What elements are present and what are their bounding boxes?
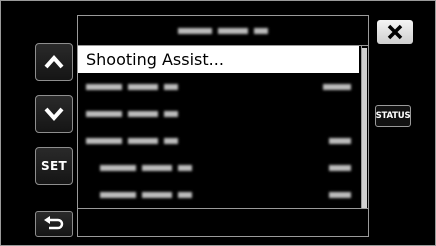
obscured-value bbox=[323, 83, 351, 90]
chevron-down-icon bbox=[44, 107, 64, 122]
obscured-text bbox=[86, 110, 178, 117]
camera-menu-screen: SET Shooting Assist... STATUS bbox=[0, 0, 436, 246]
return-arrow-icon bbox=[44, 216, 64, 230]
close-button[interactable] bbox=[377, 20, 413, 44]
back-button[interactable] bbox=[35, 211, 73, 237]
scrollbar-thumb[interactable] bbox=[362, 48, 367, 208]
set-button[interactable]: SET bbox=[35, 147, 73, 185]
obscured-text bbox=[86, 137, 178, 144]
chevron-up-icon bbox=[44, 54, 64, 69]
obscured-value bbox=[329, 164, 351, 171]
menu-item-obscured[interactable] bbox=[78, 100, 359, 127]
menu-item-shooting-assist[interactable]: Shooting Assist... bbox=[78, 46, 359, 73]
obscured-text bbox=[100, 191, 192, 198]
set-button-label: SET bbox=[41, 159, 67, 173]
menu-panel: Shooting Assist... bbox=[77, 15, 369, 237]
status-button[interactable]: STATUS bbox=[375, 105, 411, 127]
menu-list: Shooting Assist... bbox=[78, 46, 359, 208]
menu-footer bbox=[78, 208, 368, 236]
close-icon bbox=[387, 24, 403, 40]
menu-subitem-obscured[interactable] bbox=[78, 154, 359, 181]
menu-item-obscured[interactable] bbox=[78, 127, 359, 154]
scroll-down-button[interactable] bbox=[35, 95, 73, 133]
obscured-value bbox=[329, 191, 351, 198]
scroll-up-button[interactable] bbox=[35, 43, 73, 81]
obscured-text bbox=[100, 164, 192, 171]
menu-title-obscured bbox=[78, 16, 368, 46]
obscured-text bbox=[178, 27, 268, 34]
menu-scrollbar[interactable] bbox=[361, 46, 367, 208]
obscured-value bbox=[329, 137, 351, 144]
status-button-label: STATUS bbox=[375, 111, 411, 121]
menu-item-obscured[interactable] bbox=[78, 73, 359, 100]
obscured-text bbox=[86, 83, 178, 90]
menu-item-label: Shooting Assist... bbox=[86, 50, 224, 69]
menu-subitem-obscured[interactable] bbox=[78, 181, 359, 208]
